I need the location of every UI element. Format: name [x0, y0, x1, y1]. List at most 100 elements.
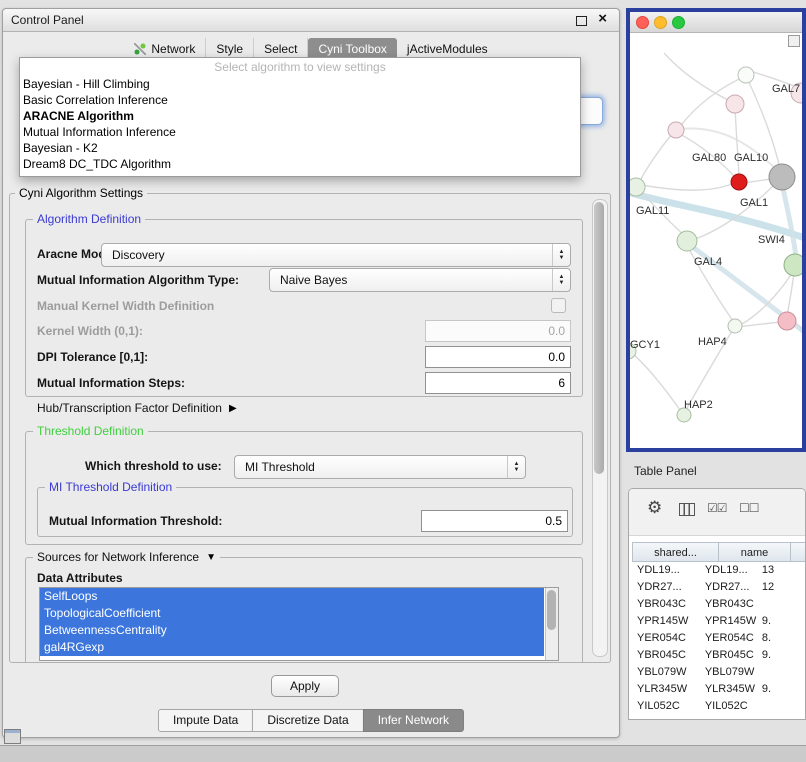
algorithm-option-bayesian-hill-climbing[interactable]: Bayesian - Hill Climbing: [20, 76, 580, 92]
attributes-scrollbar[interactable]: [545, 588, 558, 660]
table-cell: YBR045C: [633, 647, 701, 664]
network-canvas[interactable]: GAL80GAL10GAL11GAL1SWI4GAL4GCY1HAP4HAP2G…: [630, 33, 802, 448]
sources-section-label: Sources for Network Inference: [37, 550, 199, 564]
table-cell: [758, 664, 805, 681]
table-row[interactable]: YDR27...YDR27...12: [633, 579, 805, 596]
network-node[interactable]: [784, 254, 802, 276]
control-panel-titlebar[interactable]: Control Panel ×: [3, 9, 619, 32]
network-node[interactable]: [738, 67, 754, 83]
table-cell: YIL052C: [633, 698, 701, 715]
table-cell: 8.: [758, 630, 805, 647]
network-node[interactable]: [778, 312, 796, 330]
table-row[interactable]: YLR345WYLR345W9.: [633, 681, 805, 698]
attribute-item-selfloops[interactable]: SelfLoops: [40, 588, 544, 605]
network-node[interactable]: [726, 95, 744, 113]
network-toolbar-fragment[interactable]: [788, 35, 800, 47]
close-traffic-light-icon[interactable]: [636, 16, 649, 29]
attribute-item-betweennesscentrality[interactable]: BetweennessCentrality: [40, 622, 544, 639]
table-row[interactable]: YBR043CYBR043C: [633, 596, 805, 613]
algorithm-option-mutual-information-inference[interactable]: Mutual Information Inference: [20, 124, 580, 140]
column-header-shared[interactable]: shared...: [632, 542, 719, 562]
dropdown-prompt: Select algorithm to view settings: [20, 58, 580, 76]
table-cell: YIL052C: [701, 698, 758, 715]
table-row[interactable]: YIL052CYIL052C: [633, 698, 805, 715]
algorithm-option-dream8-dc-tdc-algorithm[interactable]: Dream8 DC_TDC Algorithm: [20, 156, 580, 172]
table-cell: YLR345W: [701, 681, 758, 698]
mi-threshold-input[interactable]: [421, 510, 568, 532]
column-header-name[interactable]: name: [718, 542, 791, 562]
kernel-width-input: [425, 320, 571, 342]
network-node[interactable]: [728, 319, 742, 333]
tab-infer-network[interactable]: Infer Network: [363, 709, 464, 732]
column-header-extra[interactable]: [790, 542, 806, 562]
table-cell: YBR045C: [701, 647, 758, 664]
network-node[interactable]: [677, 231, 697, 251]
hub-section-toggle[interactable]: Hub/Transcription Factor Definition ▶: [37, 401, 237, 415]
table-cell: [758, 698, 805, 715]
node-label-gcy1: GCY1: [630, 339, 660, 351]
gear-icon[interactable]: ⚙: [647, 498, 662, 518]
settings-scrollbar-thumb[interactable]: [594, 202, 604, 474]
float-window-icon[interactable]: [576, 16, 587, 26]
collapse-arrow-icon[interactable]: ▼: [206, 552, 216, 563]
table-cell: YDL19...: [701, 562, 758, 579]
tab-label: Network: [151, 42, 195, 56]
table-cell: [758, 596, 805, 613]
aracne-mode-select[interactable]: Discovery ▲▼: [101, 243, 571, 267]
hidden-panel-icon[interactable]: [4, 729, 21, 744]
table-cell: YER054C: [701, 630, 758, 647]
table-cell: YPR145W: [633, 613, 701, 630]
zoom-traffic-light-icon[interactable]: [672, 16, 685, 29]
table-panel-window: ⚙ ☑☑ ☐☐ shared...name YDL19...YDL19...13…: [628, 488, 806, 720]
table-cell: 9.: [758, 647, 805, 664]
table-row[interactable]: YBL079WYBL079W: [633, 664, 805, 681]
node-label-gal10: GAL10: [734, 152, 768, 164]
column-selector-icon[interactable]: [679, 503, 695, 516]
deselect-all-icon[interactable]: ☐☐: [739, 501, 759, 515]
which-threshold-label: Which threshold to use:: [85, 459, 222, 473]
network-node[interactable]: [769, 164, 795, 190]
node-label-gal1: GAL1: [740, 197, 768, 209]
algorithm-option-bayesian-k2[interactable]: Bayesian - K2: [20, 140, 580, 156]
which-threshold-select[interactable]: MI Threshold ▲▼: [234, 455, 526, 479]
tab-label: jActiveModules: [407, 42, 488, 56]
network-view-window: GAL80GAL10GAL11GAL1SWI4GAL4GCY1HAP4HAP2G…: [626, 8, 806, 452]
network-node[interactable]: [668, 122, 684, 138]
mi-type-label: Mutual Information Algorithm Type:: [37, 273, 239, 287]
attributes-scrollbar-thumb[interactable]: [547, 590, 556, 630]
table-toolbar: ⚙ ☑☑ ☐☐: [629, 489, 805, 536]
table-cell: YBL079W: [633, 664, 701, 681]
node-label-hap2: HAP2: [684, 399, 713, 411]
select-all-icon[interactable]: ☑☑: [707, 501, 727, 515]
tab-impute-data[interactable]: Impute Data: [158, 709, 253, 732]
table-row[interactable]: YPR145WYPR145W9.: [633, 613, 805, 630]
close-icon[interactable]: ×: [598, 10, 607, 27]
network-node[interactable]: [731, 174, 747, 190]
attribute-item-topologicalcoefficient[interactable]: TopologicalCoefficient: [40, 605, 544, 622]
algorithm-dropdown-popup: Select algorithm to view settings Bayesi…: [19, 57, 581, 177]
network-edges: [630, 53, 802, 410]
network-window-titlebar[interactable]: [630, 12, 802, 33]
node-label-gal11: GAL11: [636, 205, 669, 217]
table-row[interactable]: YER054CYER054C8.: [633, 630, 805, 647]
mi-type-select[interactable]: Naive Bayes ▲▼: [269, 268, 571, 292]
tab-discretize-data[interactable]: Discretize Data: [252, 709, 363, 732]
network-node[interactable]: [630, 178, 645, 196]
control-panel-window: Control Panel × NetworkStyleSelectCyni T…: [2, 8, 620, 738]
algorithm-option-aracne-algorithm[interactable]: ARACNE Algorithm: [20, 108, 580, 124]
sources-section-toggle[interactable]: Sources for Network Inference ▼: [33, 550, 220, 564]
expand-arrow-icon[interactable]: ▶: [229, 403, 237, 414]
table-panel-title: Table Panel: [634, 464, 697, 478]
settings-scrollbar[interactable]: [592, 199, 608, 657]
minimize-traffic-light-icon[interactable]: [654, 16, 667, 29]
dpi-tolerance-input[interactable]: [425, 346, 571, 368]
table-cell: 13: [758, 562, 805, 579]
table-cell: YDR27...: [701, 579, 758, 596]
apply-button[interactable]: Apply: [271, 675, 339, 697]
mi-steps-input[interactable]: [425, 372, 571, 394]
table-row[interactable]: YDL19...YDL19...13: [633, 562, 805, 579]
algorithm-option-basic-correlation-inference[interactable]: Basic Correlation Inference: [20, 92, 580, 108]
data-attributes-list[interactable]: SelfLoopsTopologicalCoefficientBetweenne…: [39, 587, 559, 661]
attribute-item-gal4rgexp[interactable]: gal4RGexp: [40, 639, 544, 656]
table-row[interactable]: YBR045CYBR045C9.: [633, 647, 805, 664]
